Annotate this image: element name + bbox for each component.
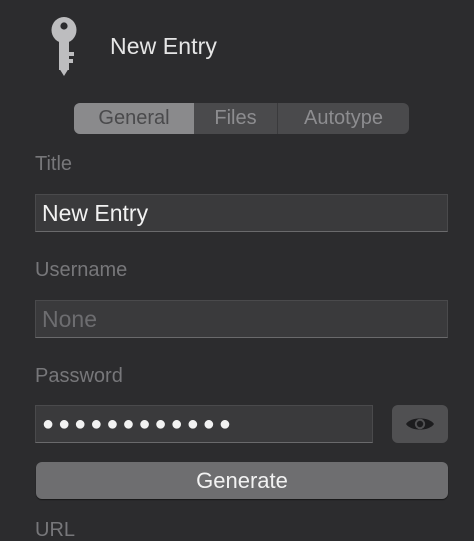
entry-title: New Entry xyxy=(110,33,217,59)
entry-editor-panel: New Entry General Files Autotype Title N… xyxy=(0,0,474,541)
generate-button[interactable]: Generate xyxy=(36,462,448,499)
password-label: Password xyxy=(35,365,123,387)
title-label: Title xyxy=(35,153,73,175)
title-field[interactable]: New Entry xyxy=(35,194,448,232)
tab-files[interactable]: Files xyxy=(194,103,278,134)
tab-autotype[interactable]: Autotype xyxy=(278,103,409,134)
reveal-password-button[interactable] xyxy=(392,405,448,443)
tab-bar: General Files Autotype xyxy=(74,103,409,134)
eye-icon xyxy=(406,418,434,430)
username-field[interactable]: None xyxy=(35,300,448,338)
username-label: Username xyxy=(35,259,128,281)
tab-general[interactable]: General xyxy=(74,103,194,134)
key-icon xyxy=(51,17,77,76)
password-field[interactable]: ●●●●●●●●●●●● xyxy=(35,405,373,443)
url-label: URL xyxy=(35,519,76,541)
